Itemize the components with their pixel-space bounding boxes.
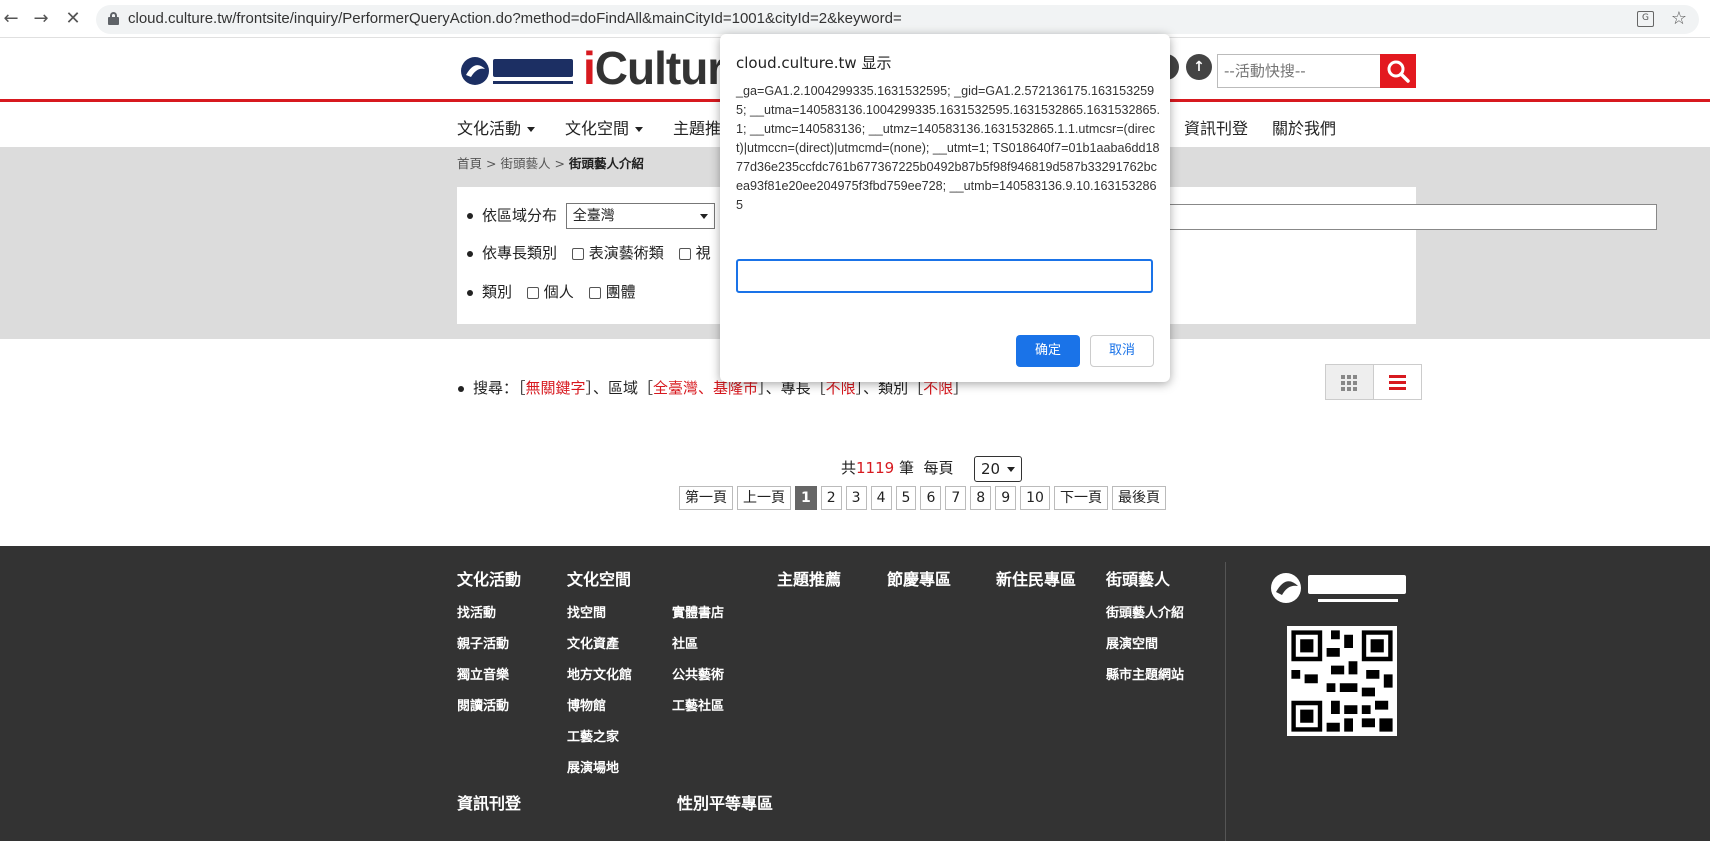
nav-info-publish[interactable]: 資訊刊登 <box>1184 115 1248 139</box>
nav-theme[interactable]: 主題推 <box>673 115 721 139</box>
qr-code <box>1287 626 1397 736</box>
specialty-label: 依專長類別 <box>482 244 558 262</box>
type-filter-row: 類別 個人 團體 <box>467 281 636 302</box>
page-button-10[interactable]: 10 <box>1020 486 1050 510</box>
search-button[interactable] <box>1380 54 1416 88</box>
footer-link[interactable]: 工藝之家 <box>567 726 619 745</box>
footer-link[interactable]: 閱讀活動 <box>457 695 509 714</box>
dialog-input[interactable] <box>736 259 1153 293</box>
search-icon <box>1387 60 1410 83</box>
page-button-9[interactable]: 9 <box>995 486 1017 510</box>
per-page-select[interactable]: 20 <box>974 456 1022 482</box>
address-bar[interactable]: cloud.culture.tw/frontsite/inquiry/Perfo… <box>96 5 1699 34</box>
breadcrumb-current: 街頭藝人介紹 <box>568 156 644 171</box>
breadcrumb: 首頁 > 街頭藝人 > 街頭藝人介紹 <box>457 156 644 171</box>
page-button-1[interactable]: 1 <box>795 486 817 510</box>
view-toggle <box>1325 364 1422 400</box>
page-button-2[interactable]: 2 <box>820 486 842 510</box>
page-button-8[interactable]: 8 <box>970 486 992 510</box>
dialog-title: cloud.culture.tw 显示 <box>736 54 892 72</box>
list-view-icon[interactable] <box>1374 365 1421 399</box>
first-page-button[interactable]: 第一頁 <box>679 486 733 510</box>
bookmark-star-icon[interactable]: ☆ <box>1671 8 1687 29</box>
checkbox-performing-arts[interactable] <box>571 247 584 260</box>
page-button-5[interactable]: 5 <box>895 486 917 510</box>
footer-heading-gender-equality[interactable]: 性別平等專區 <box>677 790 773 814</box>
footer-heading-new-residents[interactable]: 新住民專區 <box>996 566 1076 590</box>
page-button-3[interactable]: 3 <box>845 486 867 510</box>
keyword-input[interactable] <box>1167 204 1657 230</box>
footer-heading-events[interactable]: 文化活動 <box>457 566 521 590</box>
pagination: 第一頁 上一頁 1 2 3 4 5 6 7 8 9 10 下一頁 最後頁 <box>679 486 1170 510</box>
footer-link[interactable]: 實體書店 <box>672 602 724 621</box>
caret-down-icon <box>527 127 536 132</box>
footer-link[interactable]: 找空間 <box>567 602 606 621</box>
back-arrow-icon[interactable]: ← <box>0 8 22 30</box>
forward-arrow-icon[interactable]: → <box>30 8 52 30</box>
caret-down-icon <box>635 127 644 132</box>
checkbox-individual[interactable] <box>526 286 539 299</box>
checkbox-visual-arts[interactable] <box>678 247 691 260</box>
breadcrumb-home[interactable]: 首頁 <box>457 156 482 171</box>
prev-page-button[interactable]: 上一頁 <box>737 486 791 510</box>
ministry-of-culture-logo[interactable] <box>459 53 577 89</box>
ok-button[interactable]: 确定 <box>1016 335 1080 367</box>
result-count: 共1119 筆 每頁 <box>841 459 954 477</box>
browser-toolbar: ← → ✕ cloud.culture.tw/frontsite/inquiry… <box>0 0 1710 38</box>
footer-link[interactable]: 地方文化館 <box>567 664 632 683</box>
region-label: 依區域分布 <box>482 206 558 225</box>
footer-link[interactable]: 博物館 <box>567 695 606 714</box>
stop-loading-icon[interactable]: ✕ <box>62 8 84 30</box>
lock-icon[interactable] <box>108 12 119 26</box>
footer-link[interactable]: 公共藝術 <box>672 664 724 683</box>
ministry-of-culture-logo[interactable] <box>1268 568 1410 608</box>
iculture-logo[interactable]: iCultur <box>583 41 725 95</box>
page-button-4[interactable]: 4 <box>870 486 892 510</box>
footer-link[interactable]: 縣市主題網站 <box>1106 664 1184 683</box>
footer-heading-info-publish[interactable]: 資訊刊登 <box>457 790 521 814</box>
checkbox-group[interactable] <box>588 286 601 299</box>
type-label: 類別 <box>482 283 513 301</box>
chevron-down-icon <box>1007 467 1015 472</box>
nav-cultural-events[interactable]: 文化活動 <box>457 115 536 139</box>
breadcrumb-parent[interactable]: 街頭藝人 <box>500 156 550 171</box>
translate-icon[interactable]: G <box>1637 11 1654 27</box>
footer-link[interactable]: 街頭藝人介紹 <box>1106 602 1184 621</box>
footer-link[interactable]: 親子活動 <box>457 633 509 652</box>
nav-cultural-spaces[interactable]: 文化空間 <box>565 115 644 139</box>
footer-link[interactable]: 文化資產 <box>567 633 619 652</box>
chevron-down-icon <box>699 214 708 219</box>
footer-heading-spaces[interactable]: 文化空間 <box>567 566 631 590</box>
footer-link[interactable]: 找活動 <box>457 602 496 621</box>
footer-link[interactable]: 展演場地 <box>567 757 619 776</box>
url-text[interactable]: cloud.culture.tw/frontsite/inquiry/Perfo… <box>128 10 902 27</box>
next-page-button[interactable]: 下一頁 <box>1053 486 1108 510</box>
footer-link[interactable]: 展演空間 <box>1106 633 1158 652</box>
region-filter-row: 依區域分布 全臺灣 <box>467 203 715 229</box>
cancel-button[interactable]: 取消 <box>1090 335 1154 367</box>
last-page-button[interactable]: 最後頁 <box>1111 486 1166 510</box>
page-button-6[interactable]: 6 <box>920 486 942 510</box>
browser-prompt-dialog: cloud.culture.tw 显示 _ga=GA1.2.1004299335… <box>720 34 1170 382</box>
grid-view-icon[interactable] <box>1326 365 1374 399</box>
nav-about-us[interactable]: 關於我們 <box>1272 115 1336 139</box>
specialty-filter-row: 依專長類別 表演藝術類 視 <box>467 242 711 263</box>
footer-link[interactable]: 社區 <box>672 633 698 652</box>
footer: 文化活動 找活動 親子活動 獨立音樂 閱讀活動 文化空間 找空間 文化資產 地方… <box>0 546 1710 841</box>
footer-heading-festival[interactable]: 節慶專區 <box>887 566 951 590</box>
region-select[interactable]: 全臺灣 <box>565 203 715 229</box>
footer-heading-theme[interactable]: 主題推薦 <box>777 566 841 590</box>
quick-search-input[interactable] <box>1217 54 1381 88</box>
footer-heading-street-artists[interactable]: 街頭藝人 <box>1106 566 1170 590</box>
footer-link[interactable]: 獨立音樂 <box>457 664 509 683</box>
footer-link[interactable]: 工藝社區 <box>672 695 724 714</box>
page-button-7[interactable]: 7 <box>945 486 967 510</box>
dialog-message: _ga=GA1.2.1004299335.1631532595; _gid=GA… <box>736 84 1161 212</box>
upload-cloud-icon[interactable]: ↑ <box>1186 54 1212 80</box>
